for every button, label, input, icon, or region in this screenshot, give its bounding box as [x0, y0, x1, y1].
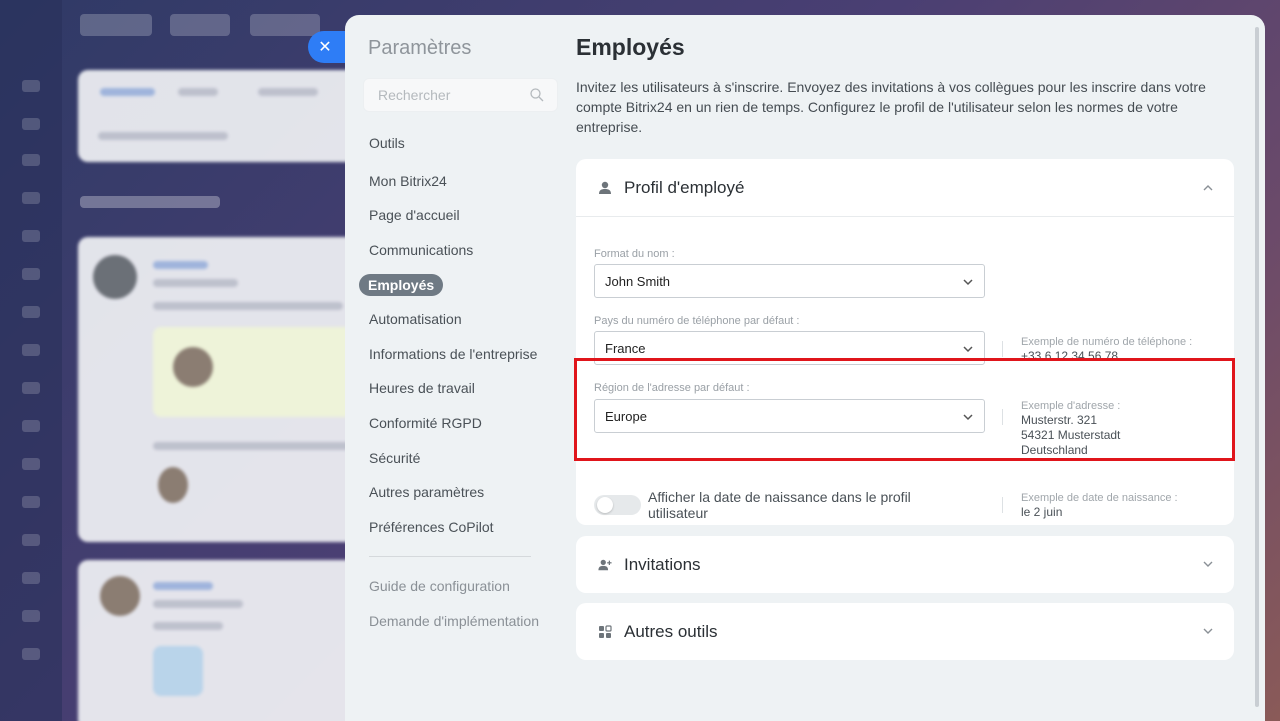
sidebar-item-conformite-rgpd[interactable]: Conformité RGPD	[369, 415, 482, 431]
close-icon: ✕	[318, 39, 332, 56]
toggle-knob	[597, 497, 613, 513]
invitations-card-header[interactable]: Invitations	[576, 536, 1234, 594]
add-user-icon	[598, 558, 612, 572]
background-post-form	[78, 70, 378, 162]
invitations-card-title: Invitations	[624, 555, 701, 574]
background-feed-card-2	[78, 560, 378, 721]
sidebar-item-preferences-copilot[interactable]: Préférences CoPilot	[369, 519, 494, 535]
birthday-toggle[interactable]	[594, 495, 641, 515]
sidebar-item-heures-travail[interactable]: Heures de travail	[369, 380, 475, 396]
other-tools-card: Autres outils	[576, 603, 1234, 660]
sidebar-item-autres-parametres[interactable]: Autres paramètres	[369, 484, 484, 500]
phone-country-value: France	[605, 341, 646, 356]
phone-country-label: Pays du numéro de téléphone par défaut :	[594, 315, 800, 327]
background-left-nav	[0, 0, 62, 721]
name-format-select[interactable]: John Smith	[594, 264, 985, 298]
other-tools-card-title: Autres outils	[624, 622, 718, 641]
settings-sidebar: Paramètres Outils Mon Bitrix24 Page d'ac…	[345, 15, 560, 721]
other-tools-card-header[interactable]: Autres outils	[576, 603, 1234, 661]
sidebar-item-automatisation[interactable]: Automatisation	[369, 311, 462, 327]
profile-card: Profil d'employé Format du nom : John Sm…	[576, 159, 1234, 525]
sidebar-item-employes[interactable]: Employés	[359, 274, 444, 296]
chevron-down-icon	[963, 279, 973, 286]
search-input[interactable]	[364, 79, 514, 111]
sidebar-item-informations-entreprise[interactable]: Informations de l'entreprise	[369, 346, 537, 362]
sidebar-item-securite[interactable]: Sécurité	[369, 450, 420, 466]
search-box[interactable]	[363, 78, 558, 112]
sidebar-item-communications[interactable]: Communications	[369, 242, 473, 258]
profile-card-header[interactable]: Profil d'employé	[576, 159, 1234, 217]
configuration-guide-link[interactable]: Guide de configuration	[369, 578, 510, 594]
sidebar-divider	[369, 556, 531, 557]
implementation-request-link[interactable]: Demande d'implémentation	[369, 613, 539, 629]
panel-scrollbar[interactable]	[1255, 27, 1259, 707]
search-icon[interactable]	[529, 87, 545, 103]
close-panel-button[interactable]: ✕	[308, 31, 348, 63]
page-description: Invitez les utilisateurs à s'inscrire. E…	[576, 79, 1206, 135]
sidebar-item-mon-bitrix24[interactable]: Mon Bitrix24	[369, 173, 447, 189]
example-separator	[1002, 497, 1003, 513]
profile-card-title: Profil d'employé	[624, 178, 745, 197]
phone-example-label: Exemple de numéro de téléphone :	[1021, 336, 1193, 348]
person-icon	[598, 181, 612, 195]
name-format-label: Format du nom :	[594, 248, 675, 260]
example-separator	[1002, 341, 1003, 357]
background-feed-card	[78, 237, 378, 542]
chevron-down-icon[interactable]	[1202, 558, 1214, 570]
birthday-toggle-label: Afficher la date de naissance dans le pr…	[648, 489, 911, 521]
background-feed-title	[80, 196, 220, 208]
chevron-down-icon[interactable]	[1202, 625, 1214, 637]
grid-icon	[598, 625, 612, 639]
page-title: Employés	[576, 34, 685, 60]
sidebar-title: Paramètres	[368, 37, 472, 59]
background-header	[80, 14, 330, 36]
chevron-up-icon[interactable]	[1202, 182, 1214, 194]
chevron-down-icon	[963, 346, 973, 353]
sidebar-item-page-accueil[interactable]: Page d'accueil	[369, 207, 460, 223]
birthday-example-label: Exemple de date de naissance :	[1021, 492, 1178, 504]
birthday-example-value: le 2 juin	[1021, 505, 1063, 519]
sidebar-item-outils[interactable]: Outils	[369, 135, 405, 151]
invitations-card: Invitations	[576, 536, 1234, 593]
highlight-frame	[574, 358, 1235, 461]
card-divider	[576, 216, 1234, 217]
name-format-value: John Smith	[605, 274, 671, 289]
